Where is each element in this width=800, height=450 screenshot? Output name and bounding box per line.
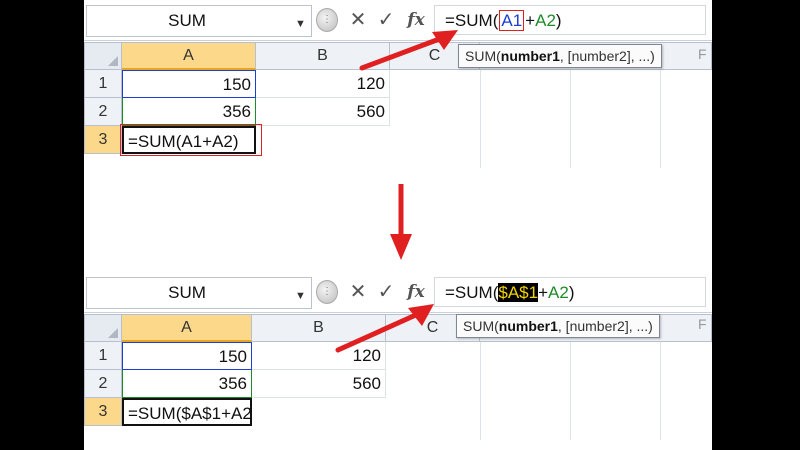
row-header-1[interactable]: 1 [84,70,122,98]
annotation-highlight-box [120,124,262,156]
column-header-partial: F [698,46,707,62]
grid-line [570,342,571,440]
tooltip-func: SUM( [465,48,501,64]
row-header-2[interactable]: 2 [84,98,122,126]
tooltip-arg-current: number1 [500,48,560,64]
cell-b2[interactable]: 560 [252,370,386,398]
chevron-down-icon[interactable]: ▼ [295,18,306,30]
formula-ref-a1: A1 [499,10,525,31]
function-tooltip: SUM(number1, [number2], ...) [456,314,660,338]
name-box-value: SUM [168,283,206,302]
formula-plus: + [538,283,549,302]
select-all-corner[interactable] [84,42,122,70]
row-header-1[interactable]: 1 [84,342,122,370]
formula-ref-absolute-a1: $A$1 [498,283,539,302]
formula-suffix: ) [568,283,575,302]
grid-line [480,342,481,440]
name-box-value: SUM [168,11,206,30]
tooltip-arg-current: number1 [498,318,558,334]
tooltip-args-rest: , [number2], ...) [557,318,653,334]
column-header-partial: F [698,316,707,332]
cell-a2[interactable]: 356 [122,98,256,126]
grid-line [570,70,571,168]
name-box[interactable]: SUM ▼ [86,277,312,309]
name-box[interactable]: SUM ▼ [86,5,312,37]
chevron-down-icon[interactable]: ▼ [295,290,306,302]
formula-ref-a2: A2 [548,283,569,302]
excel-panel-before: SUM ▼ ⋮ ✕ ✓ fx =SUM(A1 +A2) A B C 1 2 3 1… [84,0,712,168]
grid-line [660,342,661,440]
row-header-3[interactable]: 3 [84,398,122,426]
formula-suffix: ) [555,11,562,30]
screenshot-canvas: SUM ▼ ⋮ ✕ ✓ fx =SUM(A1 +A2) A B C 1 2 3 1… [84,0,712,450]
formula-input[interactable]: =SUM(A1 +A2) [434,5,706,35]
column-header-a[interactable]: A [122,314,252,342]
formula-input[interactable]: =SUM($A$1+A2) [434,277,706,307]
select-all-corner[interactable] [84,314,122,342]
cell-a1[interactable]: 150 [122,70,256,98]
tooltip-args-rest: , [number2], ...) [559,48,655,64]
grid-line [660,70,661,168]
row-header-3[interactable]: 3 [84,126,122,154]
cell-b2[interactable]: 560 [256,98,390,126]
formula-ref-a2: A2 [535,11,556,30]
formula-plus: + [525,11,536,30]
tooltip-func: SUM( [463,318,499,334]
row-header-2[interactable]: 2 [84,370,122,398]
cell-a3-editing[interactable]: =SUM($A$1+A2 [122,398,252,426]
grip-icon[interactable]: ⋮ [316,8,338,32]
cell-a2[interactable]: 356 [122,370,252,398]
excel-panel-after: SUM ▼ ⋮ ✕ ✓ fx =SUM($A$1+A2) A B C 1 2 3… [84,272,712,450]
formula-prefix: =SUM( [445,283,499,302]
grid-line [480,70,481,168]
column-header-a[interactable]: A [122,42,256,70]
cell-a1[interactable]: 150 [122,342,252,370]
function-tooltip: SUM(number1, [number2], ...) [458,44,662,68]
annotation-arrow [335,304,434,353]
annotation-arrow [359,30,458,71]
down-arrow-icon [390,184,412,260]
